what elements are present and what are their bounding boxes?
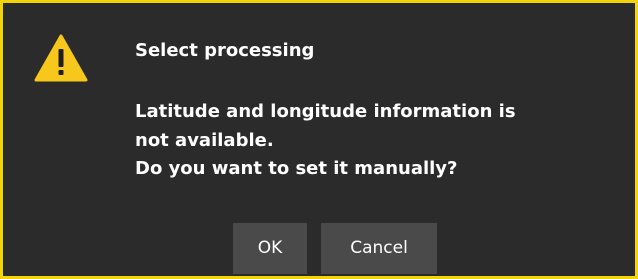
dialog-message: Latitude and longitude information is no… bbox=[135, 98, 625, 184]
cancel-button[interactable]: Cancel bbox=[321, 223, 437, 274]
confirmation-dialog: Select processing Latitude and longitude… bbox=[0, 0, 638, 279]
ok-button[interactable]: OK bbox=[233, 223, 307, 274]
message-line: Do you want to set it manually? bbox=[135, 158, 458, 179]
dialog-title: Select processing bbox=[135, 40, 315, 61]
message-line: not available. bbox=[135, 129, 274, 151]
warning-triangle-icon bbox=[34, 34, 88, 82]
message-line: Latitude and longitude information is bbox=[135, 101, 516, 122]
